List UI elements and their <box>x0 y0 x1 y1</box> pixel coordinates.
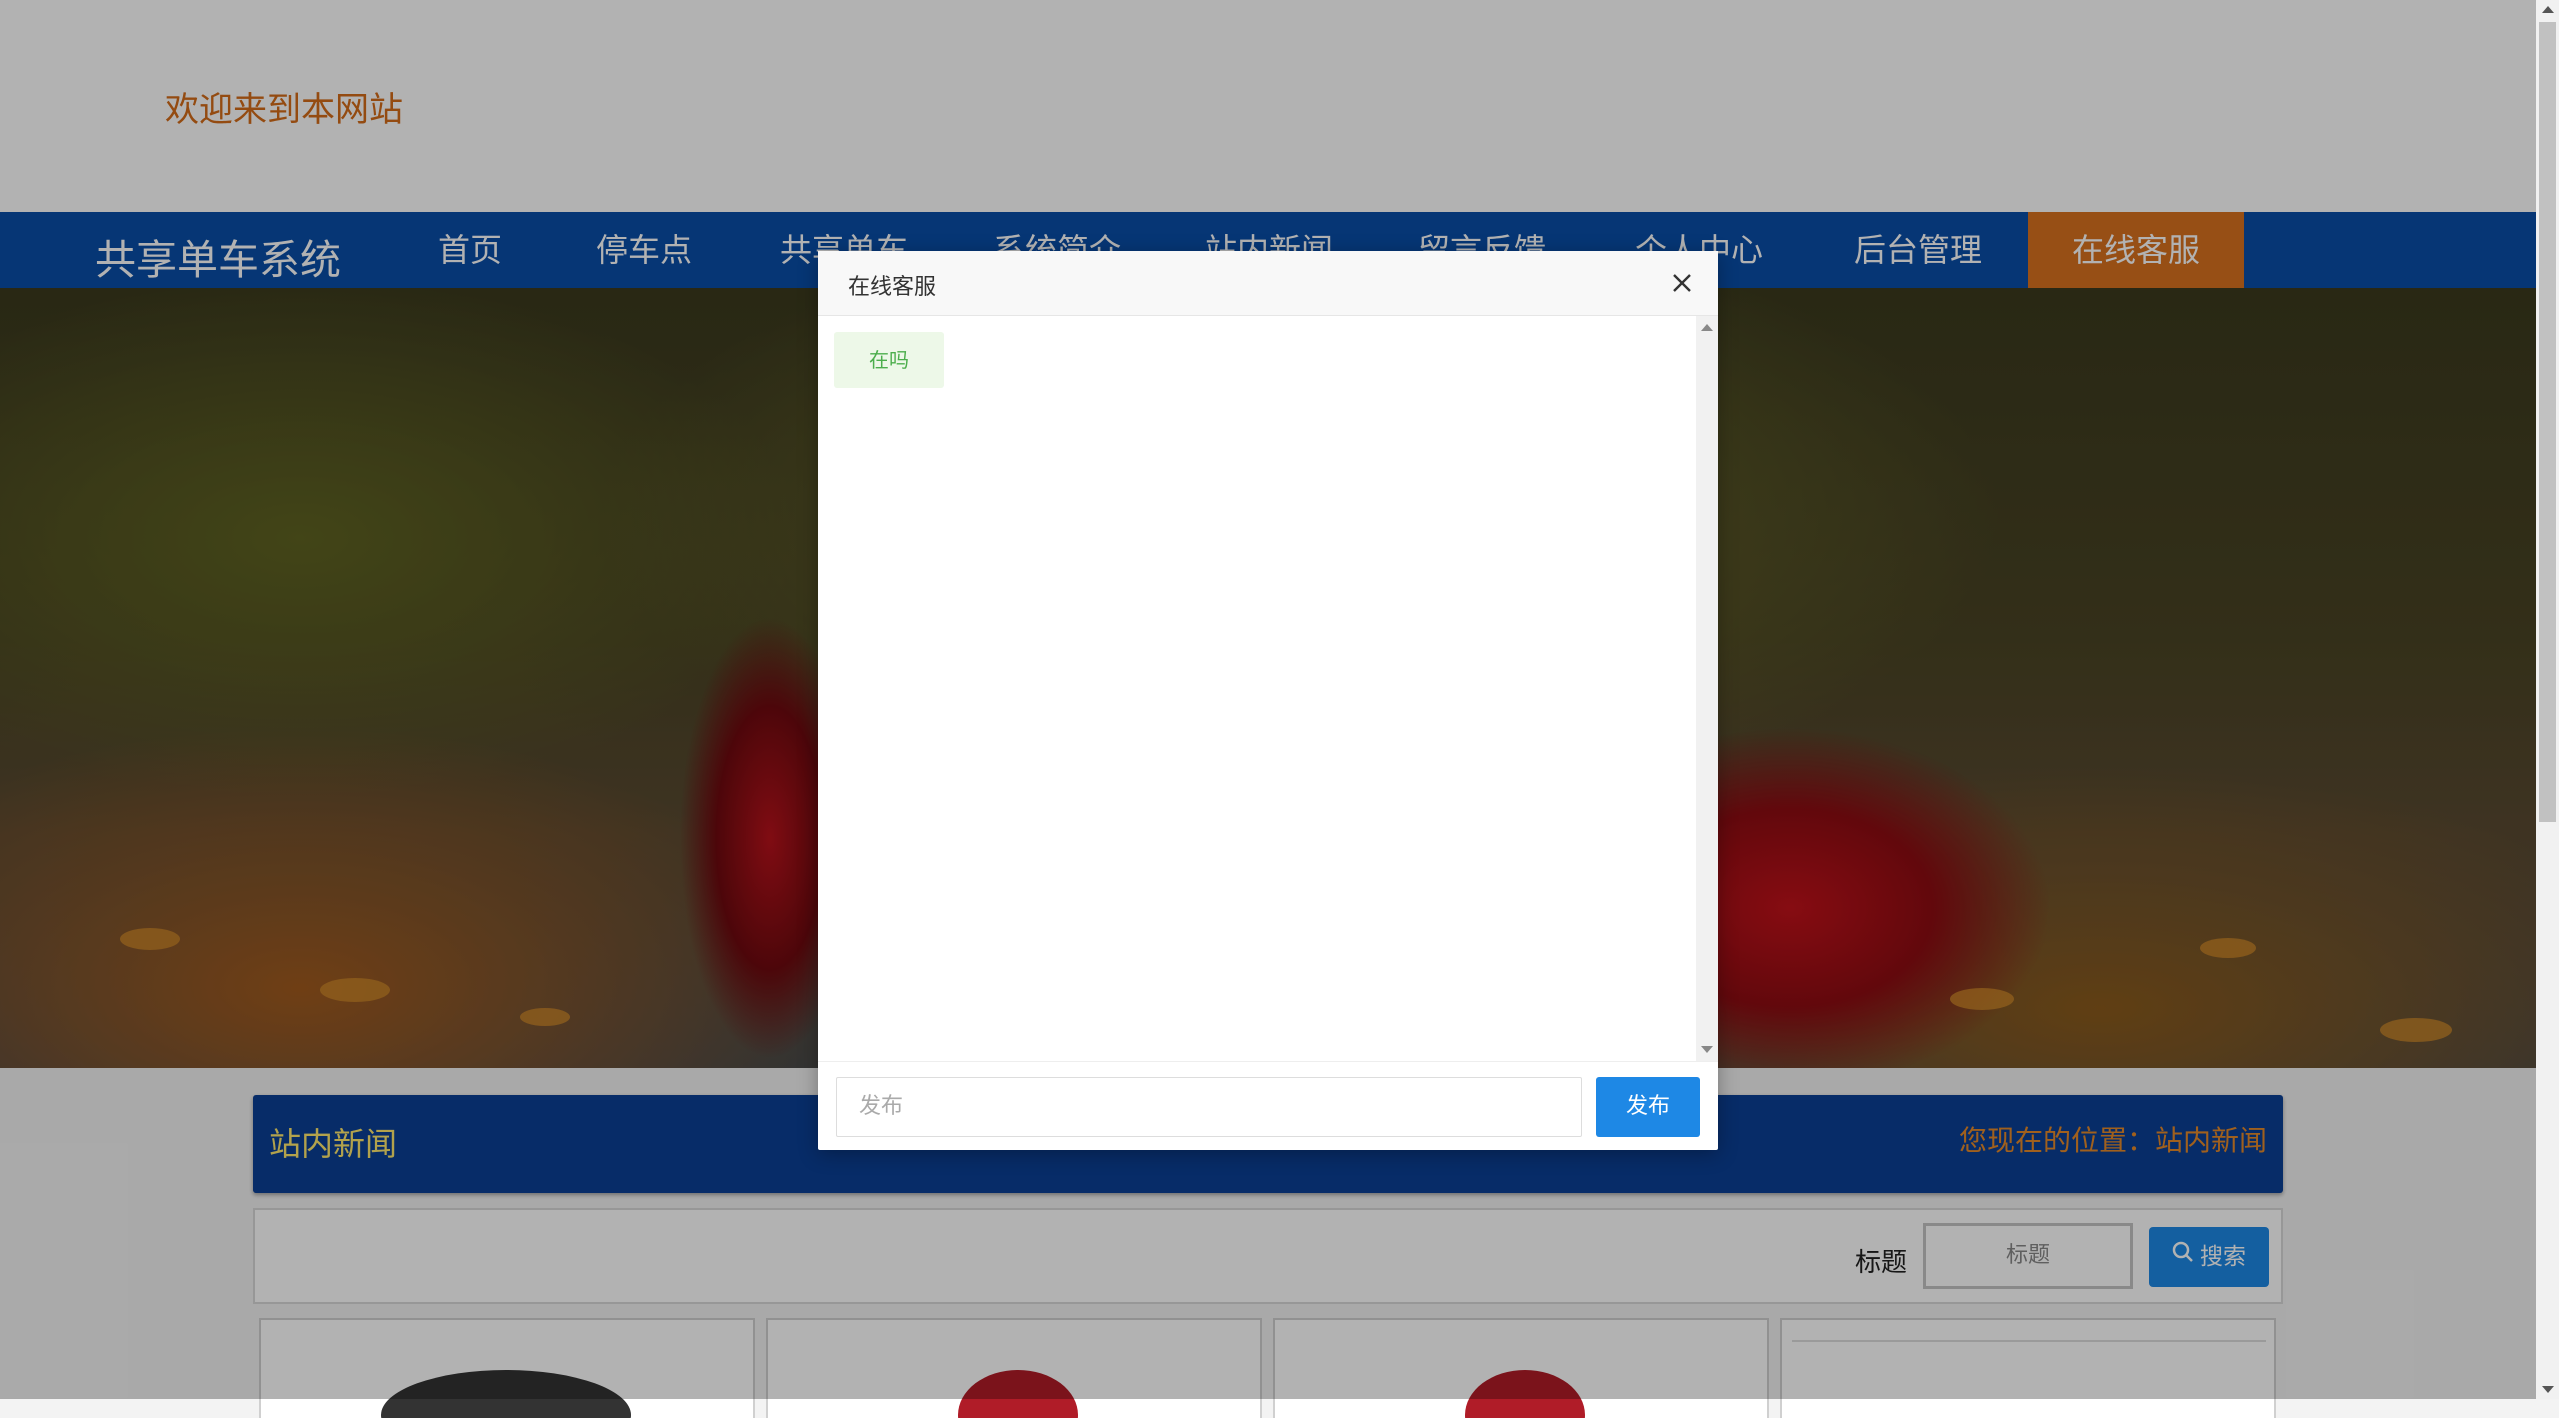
online-service-dialog: 在线客服 在吗 发布 发布 <box>818 251 1718 1150</box>
dialog-header: 在线客服 <box>818 251 1718 316</box>
scroll-down-arrow-icon[interactable] <box>1701 1046 1713 1053</box>
scroll-up-arrow-icon[interactable] <box>2542 6 2554 13</box>
chat-message-area[interactable]: 在吗 <box>818 316 1718 1061</box>
scroll-up-arrow-icon[interactable] <box>1701 324 1713 331</box>
dialog-title: 在线客服 <box>848 275 937 300</box>
scroll-down-arrow-icon[interactable] <box>2542 1386 2554 1393</box>
page-scrollbar[interactable] <box>2536 0 2559 1399</box>
scrollbar-thumb[interactable] <box>2539 22 2556 822</box>
send-button[interactable]: 发布 <box>1596 1077 1700 1137</box>
dialog-footer: 发布 发布 <box>818 1061 1718 1151</box>
message-input[interactable]: 发布 <box>836 1077 1582 1137</box>
chat-scrollbar[interactable] <box>1696 316 1718 1061</box>
chat-message: 在吗 <box>834 332 944 388</box>
close-icon[interactable] <box>1668 269 1696 297</box>
